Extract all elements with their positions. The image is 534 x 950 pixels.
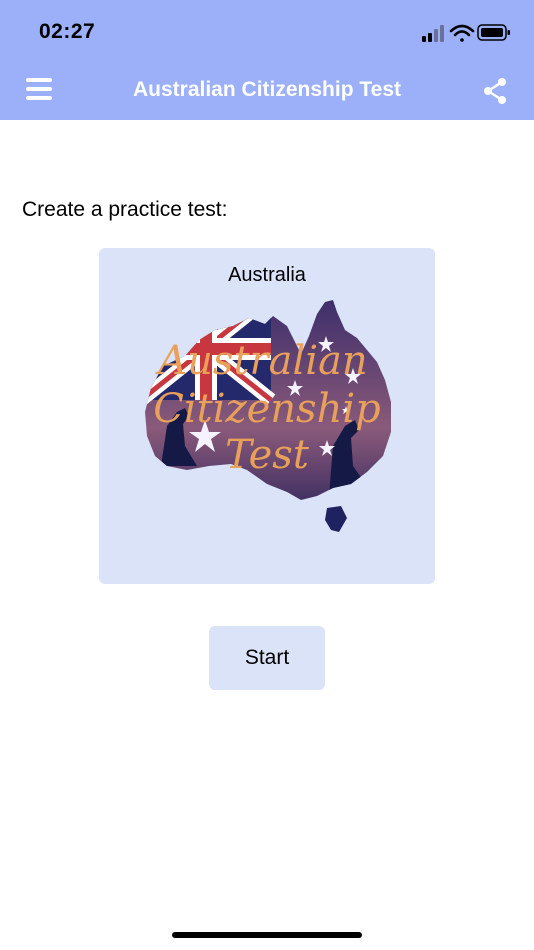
- australia-test-card[interactable]: Australia Australian Citizenship Test: [99, 248, 435, 584]
- status-icons: [422, 24, 510, 42]
- card-title: Australia: [228, 264, 306, 286]
- logo-text-test: Test: [225, 432, 310, 478]
- australian-citizenship-test-logo: Australian Citizenship Test: [145, 300, 391, 532]
- battery-icon: [477, 24, 510, 41]
- logo-text-australian: Australian: [154, 338, 367, 384]
- start-button[interactable]: Start: [209, 626, 325, 690]
- wifi-icon: [449, 24, 475, 42]
- home-indicator[interactable]: [172, 932, 362, 938]
- cellular-signal-icon: [422, 25, 444, 42]
- create-test-prompt: Create a practice test:: [22, 198, 228, 221]
- page-title: Australian Citizenship Test: [133, 78, 401, 101]
- menu-button[interactable]: [26, 78, 54, 104]
- app-header: 02:27 Australian Citizenship Test: [0, 0, 534, 120]
- logo-text-citizenship: Citizenship: [153, 386, 380, 432]
- share-icon: [484, 78, 506, 104]
- status-time: 02:27: [39, 20, 96, 43]
- share-button[interactable]: [482, 77, 508, 105]
